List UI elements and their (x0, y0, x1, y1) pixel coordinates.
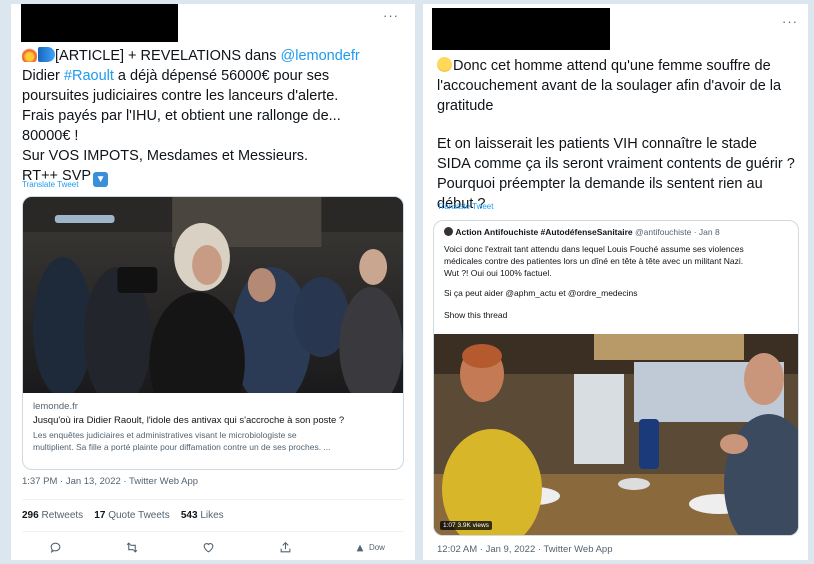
article-description: Les enquêtes judiciaires et administrati… (33, 430, 331, 452)
screaming-face-emoji-icon (437, 57, 452, 72)
tweet-stats: 296 Retweets 17 Quote Tweets 543 Likes (22, 510, 224, 521)
fire-emoji-icon (22, 47, 37, 62)
article-card[interactable]: lemonde.fr Jusqu'où ira Didier Raoult, l… (22, 196, 404, 470)
more-options-icon[interactable]: ··· (383, 8, 399, 23)
reply-icon[interactable] (49, 541, 62, 554)
avatar (444, 227, 453, 236)
article-title: Jusqu'où ira Didier Raoult, l'idole des … (33, 415, 345, 426)
hashtag-link[interactable]: #Raoult (64, 68, 114, 84)
megaphone-emoji-icon (38, 47, 55, 62)
translate-tweet-link[interactable]: Translate Tweet (437, 202, 493, 211)
video-badge: 1:07 3.9K views (440, 521, 492, 530)
retweet-icon[interactable] (125, 541, 139, 554)
tweet-timestamp[interactable]: 1:37 PM · Jan 13, 2022 · Twitter Web App (22, 476, 198, 487)
analytics-button[interactable]: Dow (355, 543, 385, 553)
tweet-text: [ARTICLE] + REVELATIONS dans @lemondefr … (22, 47, 360, 187)
action-bar: Dow (49, 541, 385, 554)
left-tweet: ··· [ARTICLE] + REVELATIONS dans @lemond… (11, 4, 415, 560)
divider (22, 531, 404, 532)
show-thread-link[interactable]: Show this thread (444, 309, 788, 321)
redacted-author (21, 4, 178, 42)
quoted-tweet-text: Voici donc l'extrait tant attendu dans l… (444, 244, 744, 298)
down-arrow-emoji-icon: ▼ (93, 172, 109, 187)
translate-tweet-link[interactable]: Translate Tweet (22, 180, 78, 189)
divider (22, 499, 404, 500)
quote-tweets-stat[interactable]: 17 Quote Tweets (94, 510, 169, 521)
tweet-text: Donc cet homme attend qu'une femme souff… (437, 57, 795, 212)
quoted-tweet-header: Action Antifouchiste #AutodéfenseSanitai… (444, 227, 720, 237)
tweet-timestamp[interactable]: 12:02 AM · Jan 9, 2022 · Twitter Web App (437, 544, 613, 555)
likes-stat[interactable]: 543 Likes (181, 510, 224, 521)
more-options-icon[interactable]: ··· (782, 14, 798, 29)
quoted-tweet[interactable]: Action Antifouchiste #AutodéfenseSanitai… (433, 220, 799, 536)
heart-icon[interactable] (202, 541, 215, 554)
article-domain: lemonde.fr (33, 401, 78, 412)
video-thumbnail[interactable] (434, 334, 799, 536)
mention-link[interactable]: @lemondefr (281, 48, 360, 64)
article-photo (23, 197, 403, 393)
right-tweet: ··· Donc cet homme attend qu'une femme s… (423, 4, 808, 560)
retweets-stat[interactable]: 296 Retweets (22, 510, 83, 521)
redacted-author (432, 8, 610, 50)
share-icon[interactable] (279, 541, 292, 554)
